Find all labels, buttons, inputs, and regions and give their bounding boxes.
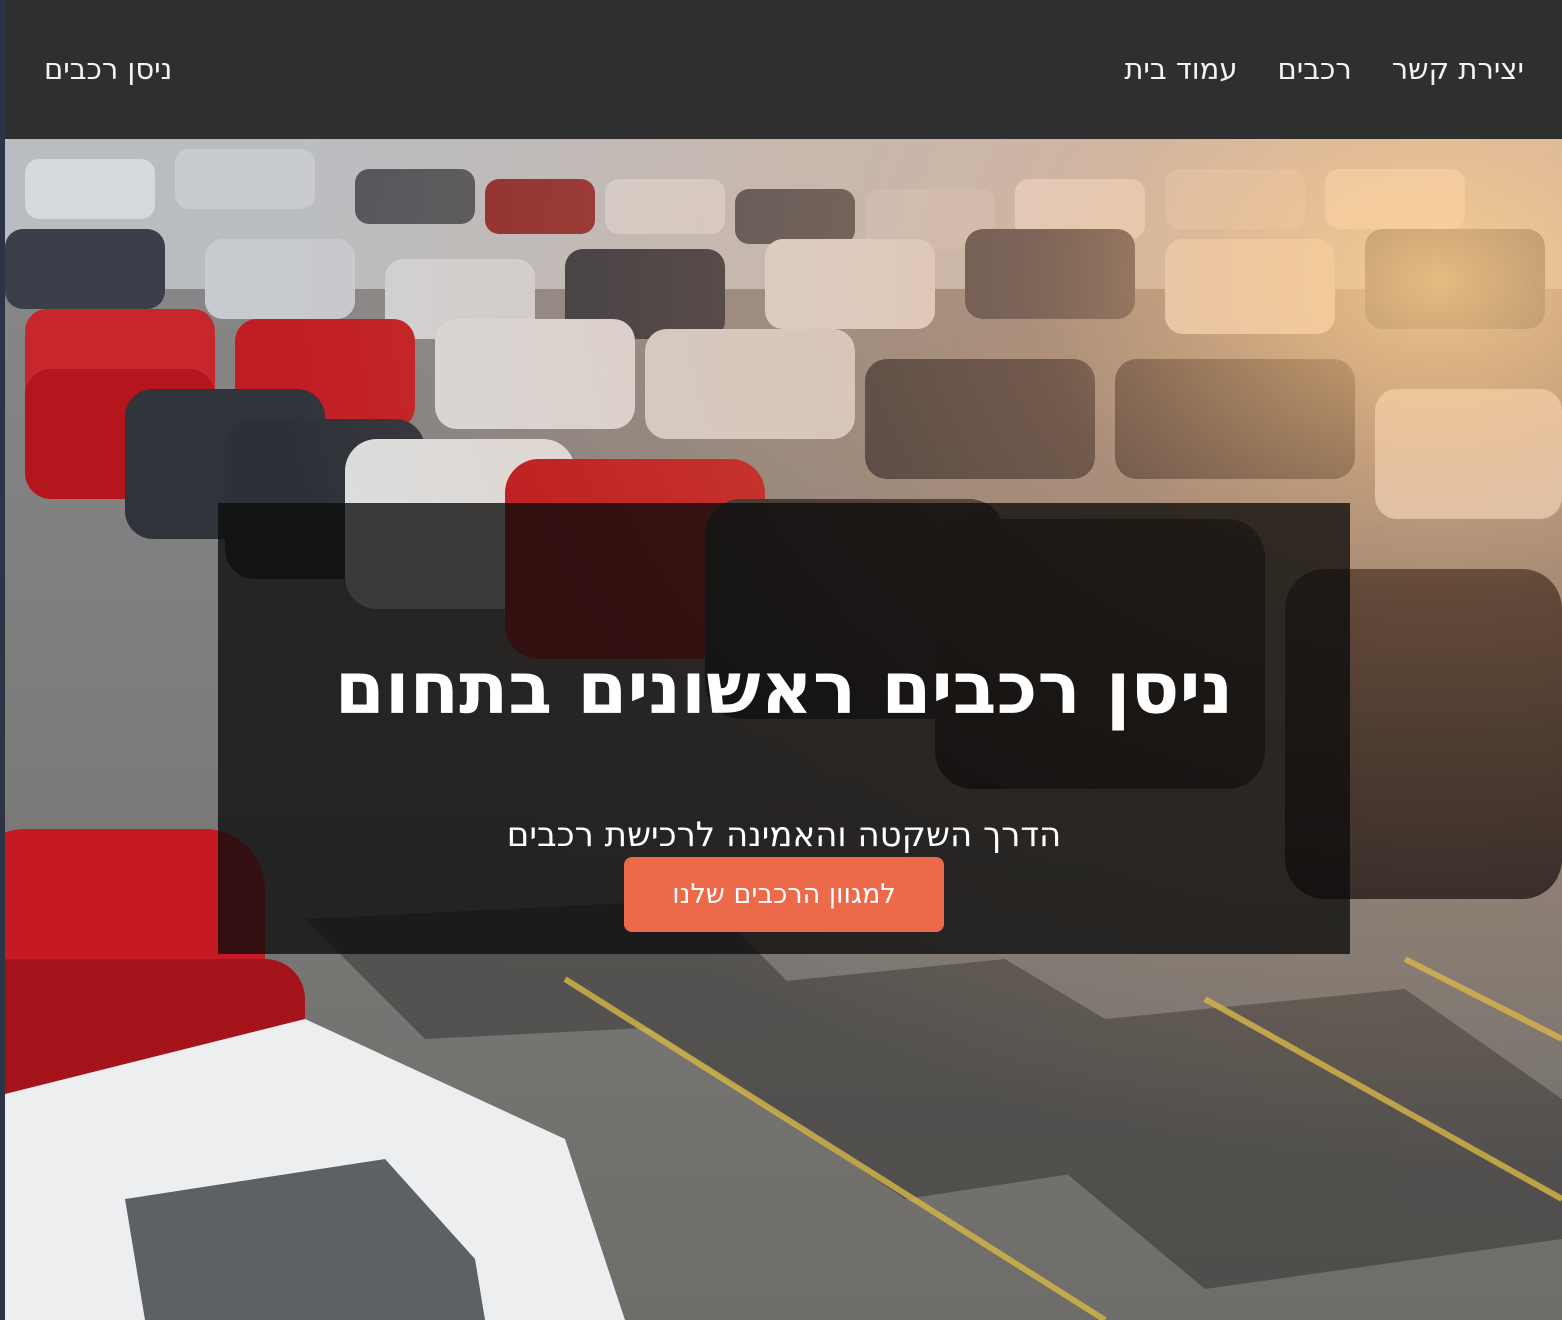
hero-title: ניסן רכבים ראשונים בתחום — [334, 646, 1234, 730]
hero-section: ניסן רכבים ראשונים בתחום הדרך השקטה והאמ… — [5, 139, 1562, 1320]
nav-link-cars[interactable]: רכבים — [1277, 52, 1351, 86]
nav-link-contact[interactable]: יצירת קשר — [1392, 52, 1524, 86]
hero-subtitle: הדרך השקטה והאמינה לרכישת רכבים — [506, 815, 1062, 855]
browse-cars-button[interactable]: למגוון הרכבים שלנו — [624, 857, 944, 932]
hero-text-panel: ניסן רכבים ראשונים בתחום הדרך השקטה והאמ… — [218, 503, 1350, 954]
brand-logo-link[interactable]: ניסן רכבים — [44, 50, 172, 88]
nav-links: יצירת קשר רכבים עמוד בית — [1124, 50, 1524, 88]
top-navbar: יצירת קשר רכבים עמוד בית ניסן רכבים — [5, 0, 1562, 139]
nav-link-home[interactable]: עמוד בית — [1124, 52, 1237, 86]
